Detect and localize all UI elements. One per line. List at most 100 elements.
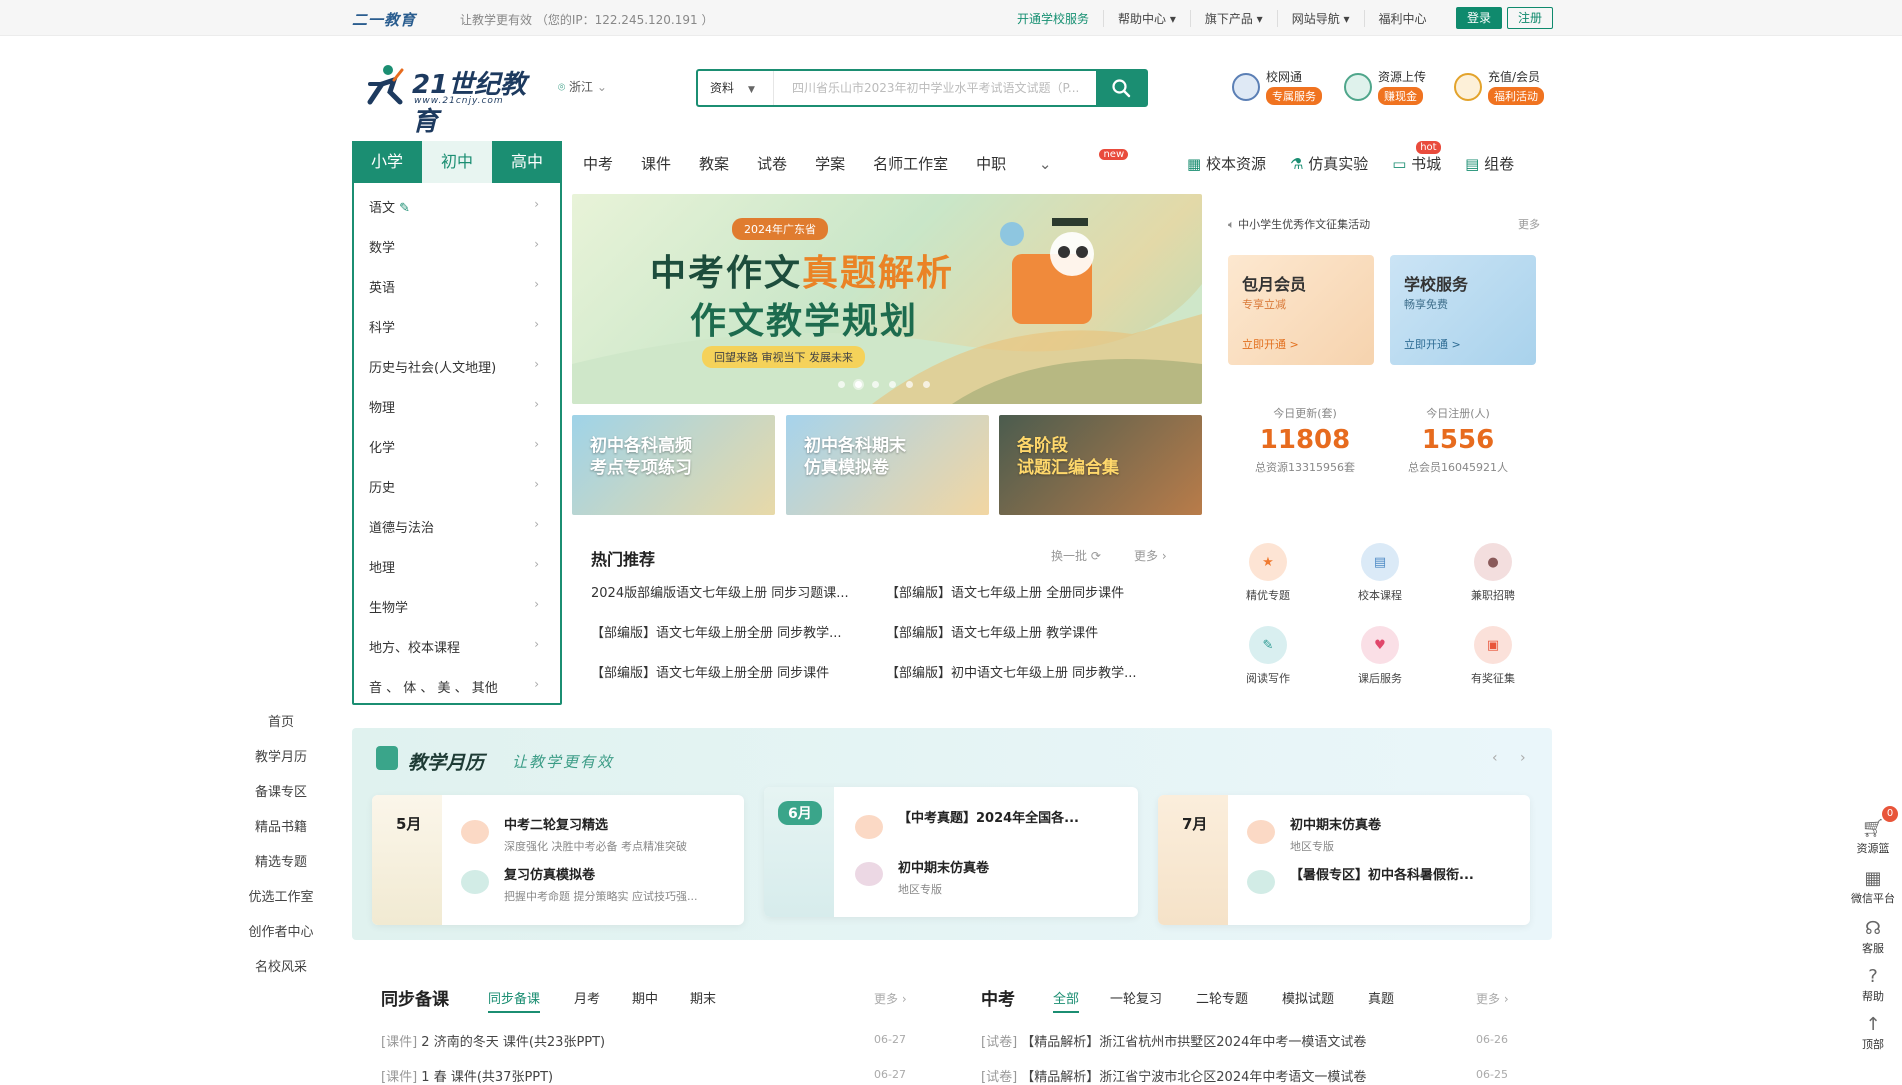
subject-item[interactable]: 生物学 › bbox=[369, 597, 539, 616]
float-back-top[interactable]: ↑ 顶部 bbox=[1848, 1014, 1898, 1052]
subject-item[interactable]: 历史与社会(人文地理) › bbox=[369, 357, 539, 376]
hot-item[interactable]: 【部编版】语文七年级上册全册 同步教学... bbox=[591, 622, 861, 641]
hero-banner[interactable]: 2024年广东省 中考作文真题解析 作文教学规划 回望来路 审视当下 发展未来 bbox=[572, 194, 1202, 404]
quick-prize-collection[interactable]: ▣ 有奖征集 bbox=[1453, 626, 1533, 686]
nav-courseware[interactable]: 课件 bbox=[641, 153, 671, 174]
calendar-item-title[interactable]: 中考二轮复习精选 bbox=[504, 814, 734, 833]
carousel-dot[interactable] bbox=[838, 381, 845, 388]
quick-after-school[interactable]: ♥ 课后服务 bbox=[1340, 626, 1420, 686]
calendar-item-title[interactable]: 【中考真题】2024年全国各... bbox=[898, 807, 1128, 826]
top-link-help[interactable]: 帮助中心 ▾ bbox=[1103, 10, 1190, 27]
hot-item[interactable]: 【部编版】语文七年级上册 全册同步课件 bbox=[886, 582, 1156, 601]
promo-banner-compilation[interactable]: 各阶段 试题汇编合集 bbox=[999, 415, 1202, 515]
school-service-card[interactable]: 学校服务 畅享免费 立即开通 > bbox=[1390, 255, 1536, 365]
promo-banner-high-freq[interactable]: 初中各科高频 考点专项练习 bbox=[572, 415, 775, 515]
nav-exam[interactable]: 试卷 bbox=[757, 153, 787, 174]
hot-more-link[interactable]: 更多 › bbox=[1134, 547, 1167, 564]
chevron-right-icon[interactable]: › bbox=[1520, 750, 1526, 766]
zk-more-link[interactable]: 更多 › bbox=[1476, 990, 1509, 1007]
leftnav-topics[interactable]: 精选专题 bbox=[240, 851, 322, 870]
zk-tab-round2[interactable]: 二轮专题 bbox=[1196, 988, 1248, 1007]
sync-tab-monthly[interactable]: 月考 bbox=[574, 988, 600, 1007]
quick-reading-writing[interactable]: ✎ 阅读写作 bbox=[1228, 626, 1308, 686]
refresh-batch-button[interactable]: 换一批 ⟳ bbox=[1051, 547, 1101, 564]
school-net-entry[interactable]: 校网通 专属服务 bbox=[1232, 68, 1322, 105]
sync-row[interactable]: [课件] 1 春 课件(共37张PPT) bbox=[381, 1066, 553, 1085]
monthly-vip-card[interactable]: 包月会员 专享立减 立即开通 > bbox=[1228, 255, 1374, 365]
brand-logo-text[interactable]: 二一教育 bbox=[352, 9, 416, 30]
nav-compose-paper[interactable]: ▤ 组卷 bbox=[1465, 153, 1514, 174]
tab-junior[interactable]: 初中 bbox=[422, 141, 492, 183]
notice-more-link[interactable]: 更多 bbox=[1518, 216, 1540, 232]
subject-item[interactable]: 化学 › bbox=[369, 437, 539, 456]
sync-more-link[interactable]: 更多 › bbox=[874, 990, 907, 1007]
nav-simulation[interactable]: ⚗ 仿真实验 bbox=[1290, 153, 1368, 174]
leftnav-home[interactable]: 首页 bbox=[240, 711, 322, 730]
hot-item[interactable]: 2024版部编版语文七年级上册 同步习题课... bbox=[591, 582, 861, 601]
leftnav-books[interactable]: 精品书籍 bbox=[240, 816, 322, 835]
zk-row[interactable]: [试卷] 【精品解析】浙江省宁波市北仑区2024年中考语文一模试卷 bbox=[981, 1066, 1366, 1085]
recharge-entry[interactable]: 充值/会员 福利活动 bbox=[1454, 68, 1544, 105]
calendar-item-title[interactable]: 复习仿真模拟卷 bbox=[504, 864, 734, 883]
float-wechat[interactable]: ▦ 微信平台 bbox=[1848, 868, 1898, 906]
carousel-dot[interactable] bbox=[889, 381, 896, 388]
leftnav-creator[interactable]: 创作者中心 bbox=[240, 921, 322, 940]
subject-item[interactable]: 物理 › bbox=[369, 397, 539, 416]
tab-primary[interactable]: 小学 bbox=[352, 141, 422, 183]
upload-entry[interactable]: 资源上传 赚现金 bbox=[1344, 68, 1426, 105]
carousel-dot-active[interactable] bbox=[855, 381, 862, 388]
region-selector[interactable]: ⌾ 浙江 ⌄ bbox=[558, 78, 607, 95]
quick-premium-topics[interactable]: ★ 精优专题 bbox=[1228, 543, 1308, 603]
subject-item[interactable]: 地方、校本课程 › bbox=[369, 637, 539, 656]
hot-item[interactable]: 【部编版】初中语文七年级上册 同步教学... bbox=[886, 662, 1156, 681]
leftnav-calendar[interactable]: 教学月历 bbox=[240, 746, 322, 765]
sync-tab-sync[interactable]: 同步备课 bbox=[488, 988, 541, 1013]
login-button[interactable]: 登录 bbox=[1456, 7, 1502, 29]
leftnav-prep[interactable]: 备课专区 bbox=[240, 781, 322, 800]
top-link-products[interactable]: 旗下产品 ▾ bbox=[1189, 10, 1277, 27]
subject-item[interactable]: 数学 › bbox=[369, 237, 539, 256]
subject-item[interactable]: 历史 › bbox=[369, 477, 539, 496]
leftnav-studio[interactable]: 优选工作室 bbox=[240, 886, 322, 905]
quick-part-time[interactable]: ● 兼职招聘 bbox=[1453, 543, 1533, 603]
carousel-dot[interactable] bbox=[872, 381, 879, 388]
nav-zhongkao[interactable]: 中考 bbox=[583, 153, 613, 174]
subject-item[interactable]: 地理 › bbox=[369, 557, 539, 576]
leftnav-schools[interactable]: 名校风采 bbox=[240, 956, 322, 975]
site-logo[interactable]: 21世纪教育 www.21cnjy.com bbox=[360, 62, 545, 137]
nav-study-plan[interactable]: 学案 bbox=[815, 153, 845, 174]
search-input[interactable]: 四川省乐山市2023年初中学业水平考试语文试题（P... bbox=[774, 71, 1096, 105]
float-help[interactable]: ? 帮助 bbox=[1848, 966, 1898, 1004]
zk-row[interactable]: [试卷] 【精品解析】浙江省杭州市拱墅区2024年中考一模语文试卷 bbox=[981, 1031, 1366, 1050]
tab-senior[interactable]: 高中 bbox=[492, 141, 562, 183]
top-link-school-service[interactable]: 开通学校服务 bbox=[1003, 10, 1103, 27]
nav-bookstore[interactable]: ▭ 书城 hot bbox=[1392, 141, 1441, 174]
carousel-dot[interactable] bbox=[923, 381, 930, 388]
nav-school-resources[interactable]: ▦ 校本资源 bbox=[1187, 153, 1266, 174]
sync-row[interactable]: [课件] 2 济南的冬天 课件(共23张PPT) bbox=[381, 1031, 605, 1050]
promo-banner-final-mock[interactable]: 初中各科期末 仿真模拟卷 bbox=[786, 415, 989, 515]
zk-tab-mock[interactable]: 模拟试题 bbox=[1282, 988, 1334, 1007]
subject-item[interactable]: 道德与法治 › bbox=[369, 517, 539, 536]
float-resource-basket[interactable]: 🛒︎ 资源篮 0 bbox=[1848, 806, 1898, 856]
notice-bar[interactable]: 🔈︎ 中小学生优秀作文征集活动 bbox=[1228, 216, 1370, 232]
sync-tab-midterm[interactable]: 期中 bbox=[632, 988, 658, 1007]
float-service[interactable]: ☊ 客服 bbox=[1848, 918, 1898, 956]
chevron-left-icon[interactable]: ‹ bbox=[1492, 750, 1498, 766]
subject-item[interactable]: 语文 ✎ › bbox=[369, 197, 539, 216]
hot-item[interactable]: 【部编版】语文七年级上册 教学课件 bbox=[886, 622, 1156, 641]
search-type-select[interactable]: 资料 ▼ bbox=[698, 71, 774, 105]
zk-tab-real[interactable]: 真题 bbox=[1368, 988, 1394, 1007]
nav-vocational[interactable]: 中职 ⌄new bbox=[976, 149, 1136, 174]
quick-school-course[interactable]: ▤ 校本课程 bbox=[1340, 543, 1420, 603]
nav-teacher-studio[interactable]: 名师工作室 bbox=[873, 153, 948, 174]
subject-item[interactable]: 音 、 体 、 美 、 其他 › bbox=[369, 677, 539, 696]
calendar-item-title[interactable]: 初中期末仿真卷 bbox=[1290, 814, 1520, 833]
search-button[interactable] bbox=[1096, 71, 1146, 105]
calendar-item-title[interactable]: 初中期末仿真卷 bbox=[898, 857, 1128, 876]
zk-tab-all[interactable]: 全部 bbox=[1053, 988, 1080, 1013]
carousel-dot[interactable] bbox=[906, 381, 913, 388]
nav-lesson-plan[interactable]: 教案 bbox=[699, 153, 729, 174]
zk-tab-round1[interactable]: 一轮复习 bbox=[1110, 988, 1162, 1007]
sync-tab-final[interactable]: 期末 bbox=[690, 988, 716, 1007]
